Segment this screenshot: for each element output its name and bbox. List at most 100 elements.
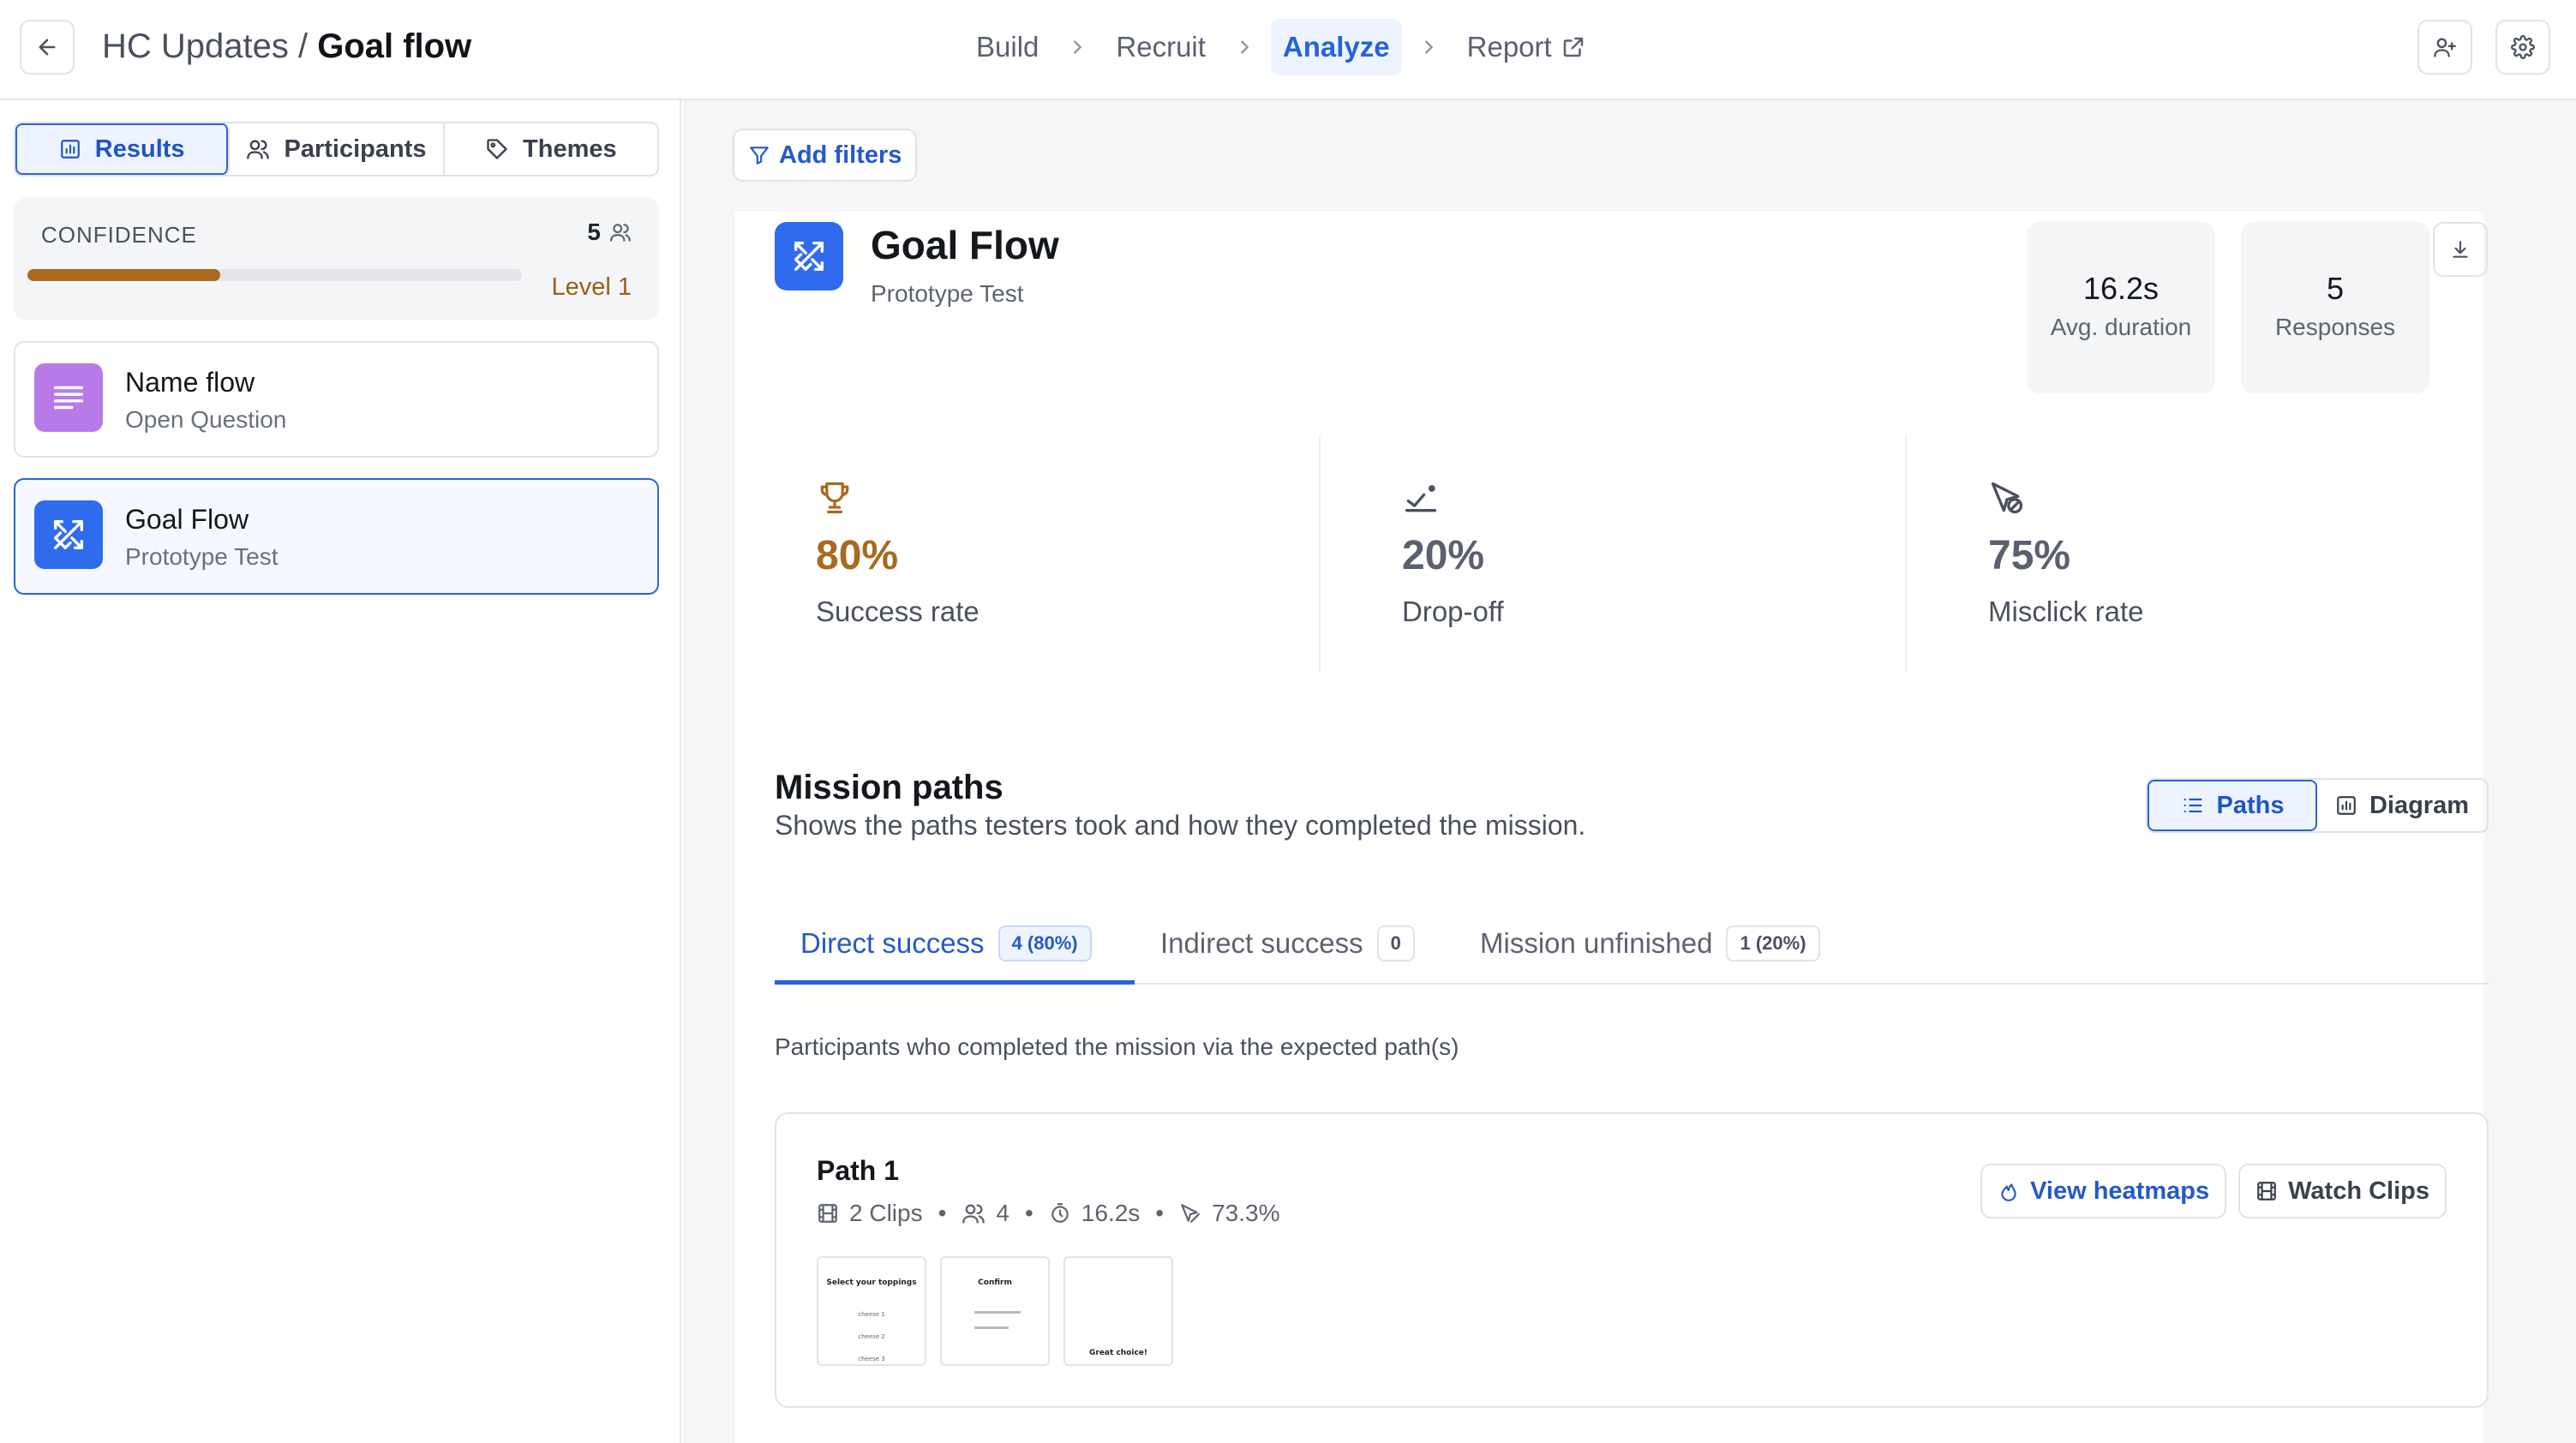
misclick-icon [1988, 479, 2026, 517]
question-card-name-flow[interactable]: Name flow Open Question [14, 341, 659, 458]
view-heatmaps-label: View heatmaps [2030, 1177, 2210, 1205]
settings-button[interactable] [2495, 20, 2550, 75]
sidebar: Results Participants Themes CONFIDENCE 5… [0, 100, 681, 1443]
stat-label: Responses [2274, 314, 2396, 340]
users-icon [962, 1204, 985, 1224]
path-clips: 2 Clips [849, 1200, 923, 1226]
tab-mission-unfinished[interactable]: Mission unfinished 1 (20%) [1454, 902, 1820, 985]
metric-value: 20% [1402, 533, 1485, 578]
tab-indirect-success[interactable]: Indirect success 0 [1135, 902, 1415, 985]
confidence-count: 5 [587, 219, 632, 246]
chevron-right-icon [1074, 40, 1082, 54]
count-badge: 1 (20%) [1726, 925, 1820, 961]
list-icon [2184, 798, 2202, 813]
count-badge: 0 [1376, 925, 1415, 961]
user-plus-icon [2434, 38, 2456, 57]
invite-user-button[interactable] [2417, 20, 2472, 75]
question-icon-box [34, 363, 103, 432]
tab-label: Mission unfinished [1480, 927, 1713, 959]
breadcrumb-project[interactable]: HC Updates [102, 27, 289, 65]
confidence-count-value: 5 [587, 219, 601, 245]
path-duration: 16.2s [1081, 1200, 1141, 1226]
question-title: Name flow [125, 367, 255, 398]
prototype-icon [53, 519, 84, 550]
separator-dot: • [1024, 1200, 1033, 1226]
view-paths-label: Paths [2216, 791, 2285, 819]
add-filters-button[interactable]: Add filters [733, 129, 918, 182]
path-meta: 2 Clips • 4 • 16.2s • 73.3% [817, 1200, 1280, 1227]
gear-icon [2511, 35, 2535, 59]
trophy-icon [816, 479, 854, 517]
drop-off-icon [1402, 479, 1440, 517]
screen-line: cheese 2 [858, 1333, 885, 1340]
watch-clips-button[interactable]: Watch Clips [2238, 1164, 2447, 1218]
section-title: Mission paths [775, 769, 1003, 806]
confidence-level: Level 1 [551, 273, 632, 301]
screen-heading: Select your toppings [826, 1278, 917, 1287]
prototype-icon [794, 241, 824, 272]
step-analyze[interactable]: Analyze [1270, 19, 1402, 75]
view-heatmaps-button[interactable]: View heatmaps [1980, 1164, 2227, 1218]
stat-avg-duration: 16.2s Avg. duration [2027, 222, 2215, 393]
breadcrumb: HC Updates / Goal flow [102, 23, 471, 69]
users-icon [247, 140, 270, 159]
chevron-right-icon [1241, 40, 1249, 54]
download-button[interactable] [2433, 222, 2488, 277]
film-icon [818, 1204, 837, 1223]
tab-description: Participants who completed the mission v… [775, 1033, 1459, 1060]
step-build[interactable]: Build [964, 19, 1051, 75]
tab-participants-label: Participants [284, 135, 427, 163]
tab-results[interactable]: Results [15, 123, 231, 175]
external-link-icon [1563, 37, 1583, 57]
separator-dot: • [1155, 1200, 1165, 1226]
tab-label: Indirect success [1160, 927, 1363, 959]
question-icon-box [34, 500, 103, 569]
step-report-label: Report [1466, 31, 1552, 63]
breadcrumb-current: Goal flow [317, 27, 472, 65]
question-type: Open Question [125, 406, 287, 433]
arrow-left-icon [39, 39, 56, 56]
section-subtitle: Shows the paths testers took and how the… [775, 810, 1586, 841]
tab-themes-label: Themes [523, 135, 617, 163]
screen-placeholder-line [974, 1311, 1021, 1314]
screen-footer: Great choice! [1089, 1349, 1147, 1357]
metric-value: 80% [816, 533, 899, 578]
bar-chart-icon [60, 140, 80, 159]
back-button[interactable] [20, 20, 75, 75]
question-card-goal-flow[interactable]: Goal Flow Prototype Test [14, 478, 659, 595]
stat-value: 5 [2326, 271, 2345, 306]
outcome-tabs: Direct success 4 (80%) Indirect success … [775, 902, 2489, 985]
screen-thumbnail[interactable]: Confirm [940, 1256, 1050, 1366]
stat-label: Avg. duration [2050, 314, 2192, 340]
workflow-steps: Build Recruit Analyze Report [964, 19, 1598, 75]
step-analyze-label: Analyze [1282, 31, 1390, 63]
metric-drop-off: 20% Drop-off [1321, 436, 1907, 673]
metric-label: Drop-off [1402, 596, 1504, 627]
download-icon [2453, 241, 2468, 258]
question-title: Goal Flow [125, 504, 249, 535]
bar-chart-icon [2337, 796, 2356, 815]
screen-thumbnail[interactable]: Select your toppings cheese 1 cheese 2 c… [817, 1256, 926, 1366]
separator-dot: • [938, 1200, 947, 1226]
timer-icon [1051, 1203, 1069, 1223]
top-bar: HC Updates / Goal flow Build Recruit Ana… [0, 0, 2576, 100]
step-report[interactable]: Report [1455, 19, 1598, 75]
view-diagram-button[interactable]: Diagram [2317, 780, 2487, 831]
view-paths-button[interactable]: Paths [2148, 780, 2317, 831]
text-lines-icon [53, 386, 84, 410]
tab-themes[interactable]: Themes [445, 123, 657, 175]
prototype-badge [775, 222, 843, 290]
path-actions: View heatmaps Watch Clips [1980, 1164, 2447, 1218]
step-recruit[interactable]: Recruit [1104, 19, 1218, 75]
step-recruit-label: Recruit [1116, 31, 1206, 63]
tag-icon [487, 139, 507, 159]
screen-thumbnail[interactable]: Great choice! [1063, 1256, 1173, 1366]
view-toggle: Paths Diagram [2146, 778, 2489, 833]
sidebar-tabs: Results Participants Themes [14, 122, 659, 177]
metric-label: Success rate [816, 596, 979, 627]
confidence-title: CONFIDENCE [41, 222, 197, 248]
tab-participants[interactable]: Participants [230, 123, 445, 175]
tab-direct-success[interactable]: Direct success 4 (80%) [775, 902, 1092, 985]
breadcrumb-separator: / [288, 27, 318, 65]
question-type: Prototype Test [125, 543, 279, 570]
